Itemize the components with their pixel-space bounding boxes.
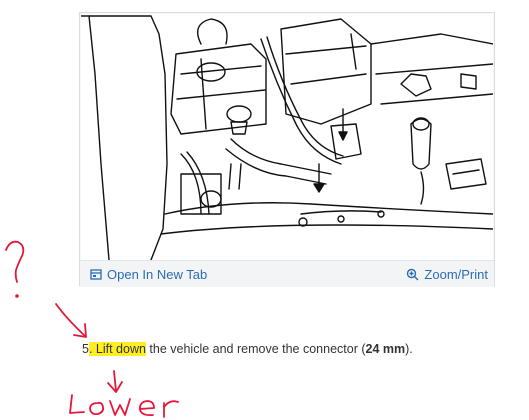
open-tab-icon [90, 269, 102, 280]
open-in-new-tab-label: Open In New Tab [107, 267, 208, 282]
question-mark-annotation [5, 240, 25, 298]
highlighted-phrase: . Lift down [88, 342, 146, 356]
step-text: the vehicle and remove the connector ( [145, 342, 366, 356]
zoom-print-label: Zoom/Print [424, 267, 488, 282]
step-instruction: 5. Lift down the vehicle and remove the … [82, 342, 413, 356]
arrow-annotation [55, 303, 87, 338]
magnifier-icon [406, 268, 419, 281]
zoom-print-link[interactable]: Zoom/Print [406, 267, 488, 282]
engine-diagram [81, 14, 493, 260]
step-measurement: 24 mm [365, 342, 406, 356]
figure-footer: Open In New Tab Zoom/Print [80, 260, 494, 287]
step-number: 5 [82, 342, 89, 356]
step-text-end: ). [405, 342, 413, 356]
open-in-new-tab-link[interactable]: Open In New Tab [90, 267, 207, 282]
lower-annotation [69, 370, 179, 418]
figure-card: Open In New Tab Zoom/Print [79, 12, 495, 287]
